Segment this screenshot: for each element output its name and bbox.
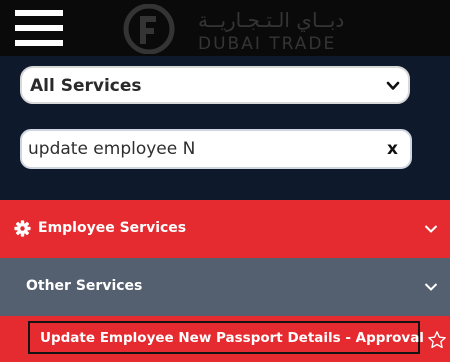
search-panel: All Services x: [0, 56, 450, 200]
app-frame: دبــاي الـتـجـاريــة DUBAI TRADE All Ser…: [0, 0, 450, 362]
clear-search-button[interactable]: x: [387, 139, 398, 159]
dubai-trade-logo[interactable]: دبــاي الـتـجـاريــة DUBAI TRADE: [112, 2, 352, 56]
logo-english-text: DUBAI TRADE: [198, 34, 337, 54]
star-icon[interactable]: [427, 330, 447, 350]
service-link-update-passport[interactable]: Update Employee New Passport Details - A…: [28, 321, 424, 354]
search-result-row: Update Employee New Passport Details - A…: [0, 316, 450, 362]
service-category-select[interactable]: All Services: [20, 66, 410, 104]
gear-icon: [14, 220, 31, 237]
menu-other-services[interactable]: Other Services: [0, 258, 450, 316]
other-services-label: Other Services: [26, 278, 143, 294]
chevron-down-icon: [424, 225, 438, 233]
select-value: All Services: [30, 76, 142, 96]
logo-arabic-text: دبــاي الـتـجـاريــة: [198, 8, 345, 32]
chevron-down-icon: [386, 81, 400, 90]
employee-services-label: Employee Services: [38, 220, 187, 236]
service-link-label: Update Employee New Passport Details - A…: [40, 330, 424, 346]
logo-mark-icon: [123, 4, 175, 54]
search-input[interactable]: [28, 134, 368, 164]
hamburger-menu-icon[interactable]: [15, 10, 63, 48]
menu-employee-services[interactable]: Employee Services: [0, 200, 450, 258]
chevron-down-icon: [424, 283, 438, 291]
top-header: دبــاي الـتـجـاريــة DUBAI TRADE: [0, 0, 450, 56]
service-search-field[interactable]: x: [20, 129, 412, 169]
